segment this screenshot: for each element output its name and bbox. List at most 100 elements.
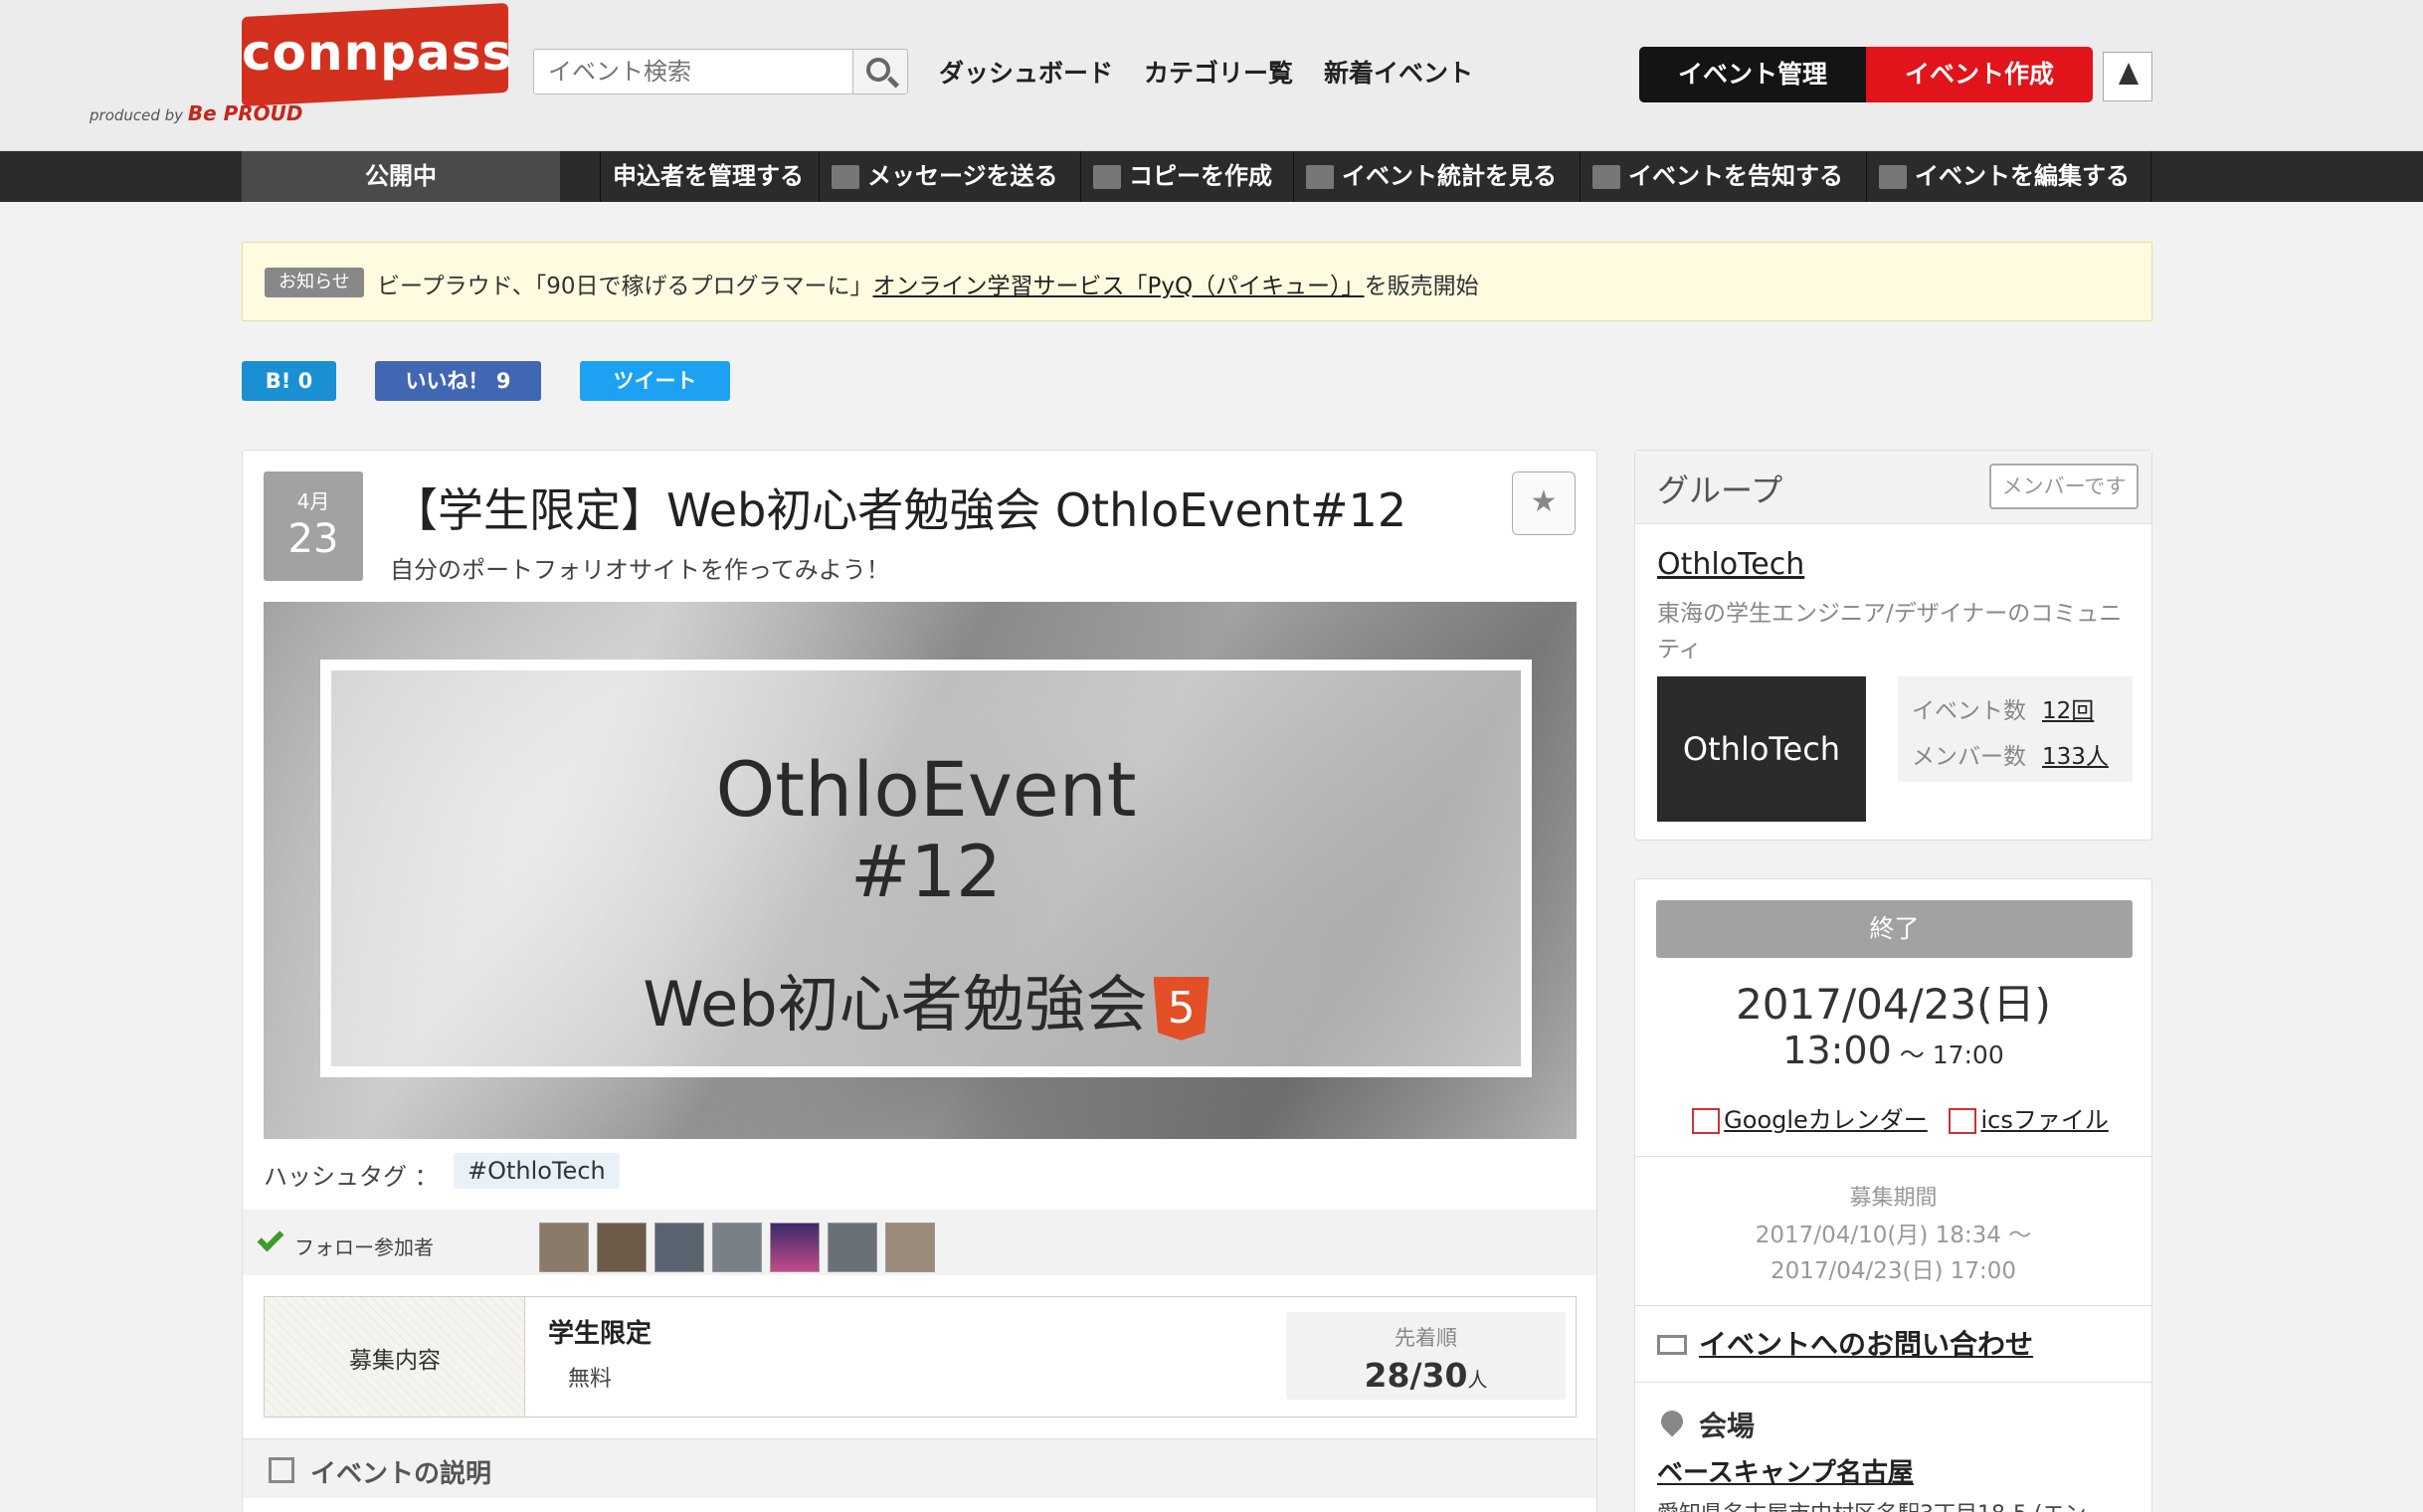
copy-event-link[interactable]: コピーを作成 <box>1080 151 1272 202</box>
date-day: 23 <box>287 516 339 562</box>
event-main-panel: 4月 23 【学生限定】Web初心者勉強会 OthloEvent#12 自分のポ… <box>242 450 1597 1512</box>
description-header: イベントの説明 <box>243 1438 1596 1498</box>
group-panel: グループ メンバーです OthloTech 東海の学生エンジニア/デザイナーのコ… <box>1634 450 2152 841</box>
event-hero-image: OthloEvent #12 Web初心者勉強会 5 <box>264 602 1577 1139</box>
group-title: グループ <box>1657 472 1783 509</box>
divider <box>1635 1382 2151 1383</box>
subnav-label: イベントを告知する <box>1628 162 1843 190</box>
notice-text-before: ビープラウド、「90日で稼げるプログラマーに」 <box>377 274 873 299</box>
recruit-order-label: 先着順 <box>1395 1326 1457 1350</box>
hatena-bookmark-button[interactable]: B! 0 <box>242 361 336 401</box>
group-stats: イベント数 12回 メンバー数 133人 <box>1898 676 2133 782</box>
connpass-logo[interactable]: connpass <box>242 2 513 107</box>
divider <box>1635 1305 2151 1306</box>
recruit-count: 28/30人 <box>1286 1356 1566 1395</box>
event-subtitle: 自分のポートフォリオサイトを作ってみよう！ <box>390 556 890 584</box>
group-header: グループ メンバーです <box>1635 451 2151 524</box>
manage-applicants-link[interactable]: 申込者を管理する <box>600 151 804 202</box>
hero-title: OthloEvent <box>715 745 1137 834</box>
members-label: メンバー数 <box>1912 744 2026 770</box>
document-icon <box>269 1457 294 1483</box>
event-stats-link[interactable]: イベント統計を見る <box>1293 151 1557 202</box>
divider <box>1635 1156 2151 1157</box>
beproud-logo: Be PROUD <box>187 101 303 125</box>
notice-bar: お知らせ ビープラウド、「90日で稼げるプログラマーに」オンライン学習サービス「… <box>242 242 2152 321</box>
logo-produced-by: produced by Be PROUD <box>90 101 303 125</box>
copy-icon <box>1093 165 1121 189</box>
participant-avatar[interactable] <box>539 1223 589 1272</box>
hero-number: #12 <box>850 830 1002 913</box>
nav-categories[interactable]: カテゴリー覧 <box>1144 54 1293 90</box>
hashtag-chip[interactable]: #OthloTech <box>454 1153 620 1189</box>
subnav-label: 申込者を管理する <box>613 162 804 190</box>
star-icon: ★ <box>1530 484 1558 519</box>
group-members-stat: メンバー数 133人 <box>1912 737 2109 771</box>
mail-icon <box>1657 1335 1687 1355</box>
members-count-link[interactable]: 133人 <box>2042 744 2109 770</box>
participant-avatar[interactable] <box>828 1223 877 1272</box>
event-manage-button[interactable]: イベント管理 <box>1639 47 1866 102</box>
search-icon-handle <box>886 76 900 89</box>
recruit-period-end: 2017/04/23(日) 17:00 <box>1770 1258 2017 1284</box>
member-status-button[interactable]: メンバーです <box>1989 464 2139 509</box>
recruit-label-cell: 募集内容 <box>265 1297 525 1417</box>
recruit-period-start: 2017/04/10(月) 18:34 ～ <box>1755 1223 2032 1248</box>
hero-subtitle-text: Web初心者勉強会 <box>643 968 1148 1040</box>
notice-link[interactable]: オンライン学習サービス「PyQ（パイキュー）」 <box>872 274 1364 299</box>
notice-text-after: を販売開始 <box>1364 274 1479 299</box>
google-calendar-icon <box>1692 1108 1721 1134</box>
user-avatar[interactable] <box>2103 52 2152 101</box>
hashtag-label: ハッシュタグ ： <box>264 1163 439 1191</box>
logo-text: connpass <box>242 24 513 82</box>
event-title: 【学生限定】Web初心者勉強会 OthloEvent#12 <box>392 483 1407 537</box>
send-message-link[interactable]: メッセージを送る <box>819 151 1058 202</box>
venue-address: 愛知県名古屋市中村区名駅3丁目18-5 (エン <box>1657 1496 2087 1512</box>
participant-avatar[interactable] <box>770 1223 820 1272</box>
event-info-panel: 終了 2017/04/23(日) 13:00 ～ 17:00 Googleカレン… <box>1634 878 2152 1512</box>
recruit-label: 募集内容 <box>349 1348 441 1374</box>
participant-avatar[interactable] <box>885 1223 935 1272</box>
facebook-like-button[interactable]: いいね！ 9 <box>375 361 541 401</box>
group-logo[interactable]: OthloTech <box>1657 676 1866 822</box>
ics-file-link[interactable]: icsファイル <box>1980 1106 2108 1134</box>
tweet-button[interactable]: ツイート <box>580 361 730 401</box>
recruit-fee: 無料 <box>568 1367 613 1392</box>
participant-avatar[interactable] <box>712 1223 762 1272</box>
google-calendar-link[interactable]: Googleカレンダー <box>1724 1106 1928 1134</box>
subnav-divider <box>2150 151 2151 202</box>
notice-text: ビープラウド、「90日で稼げるプログラマーに」オンライン学習サービス「PyQ（パ… <box>377 267 1479 300</box>
map-pin-icon <box>1656 1406 1688 1437</box>
subnav-label: イベントを編集する <box>1915 162 2130 190</box>
events-count-link[interactable]: 12回 <box>2042 698 2094 724</box>
search-input[interactable] <box>533 49 853 94</box>
subnav-label: メッセージを送る <box>867 162 1058 190</box>
follow-participants-row: フォロー参加者 <box>243 1210 1596 1275</box>
contact-link[interactable]: イベントへのお問い合わせ <box>1699 1323 2033 1363</box>
event-status-badge: 終了 <box>1656 900 2133 958</box>
edit-event-link[interactable]: イベントを編集する <box>1866 151 2130 202</box>
group-description: 東海の学生エンジニア/デザイナーのコミュニティ <box>1657 601 2123 662</box>
recruit-count-value: 28/30 <box>1364 1356 1468 1395</box>
date-badge: 4月 23 <box>264 472 363 581</box>
event-create-button[interactable]: イベント作成 <box>1866 47 2093 102</box>
mail-icon <box>832 165 859 189</box>
nav-dashboard[interactable]: ダッシュボード <box>939 54 1113 90</box>
bookmark-button[interactable]: ★ <box>1512 472 1576 535</box>
time-separator: ～ <box>1891 1040 1933 1069</box>
nav-new-events[interactable]: 新着イベント <box>1324 54 1473 90</box>
subnav-label: コピーを作成 <box>1129 162 1272 190</box>
participant-avatar[interactable] <box>654 1223 704 1272</box>
venue-label: 会場 <box>1699 1410 1756 1442</box>
participant-avatar[interactable] <box>597 1223 647 1272</box>
follow-participants-label: フォロー参加者 <box>294 1235 434 1259</box>
group-name-link[interactable]: OthloTech <box>1657 547 1804 582</box>
venue-name-link[interactable]: ベースキャンプ名古屋 <box>1657 1452 1914 1489</box>
recruit-count-unit: 人 <box>1467 1368 1488 1392</box>
megaphone-icon <box>1592 165 1620 189</box>
recruit-period-label: 募集期間 <box>1849 1186 1938 1211</box>
event-admin-bar: 公開中 申込者を管理する メッセージを送る コピーを作成 イベント統計を見る イ… <box>0 151 2423 202</box>
announce-event-link[interactable]: イベントを告知する <box>1580 151 1843 202</box>
time-end: 17:00 <box>1932 1040 2004 1069</box>
events-label: イベント数 <box>1912 698 2026 724</box>
search-button[interactable] <box>852 49 908 94</box>
